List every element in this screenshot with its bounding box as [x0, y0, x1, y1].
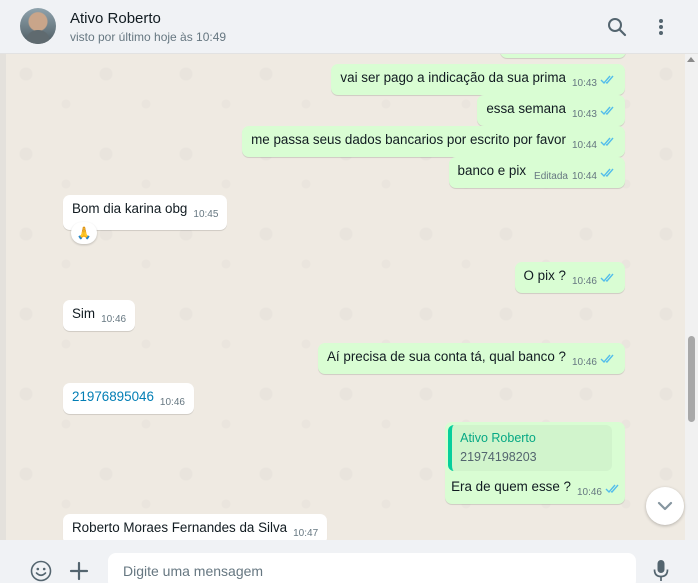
message-bubble-outgoing-reply[interactable]: Ativo Roberto 21974198203 Era de quem es… — [445, 422, 625, 504]
message-time: 10:43 — [571, 109, 597, 120]
message-time: 10:46 — [571, 357, 597, 368]
read-ticks-icon — [600, 135, 616, 150]
quoted-message[interactable]: Ativo Roberto 21974198203 — [448, 425, 613, 471]
quoted-text: 21974198203 — [460, 450, 537, 464]
plus-icon[interactable] — [66, 558, 92, 583]
read-ticks-icon — [605, 482, 621, 497]
read-ticks-icon — [600, 352, 616, 367]
read-ticks-icon — [600, 104, 616, 119]
message-text: Bom dia karina obg — [72, 201, 188, 216]
message-input[interactable] — [108, 553, 636, 583]
message-bubble-outgoing — [500, 54, 626, 58]
scrollbar-thumb[interactable] — [688, 336, 695, 422]
message-text: O pix ? — [523, 268, 566, 283]
mic-icon[interactable] — [648, 558, 674, 583]
message-bubble-outgoing[interactable]: banco e pix Editada 10:44 — [448, 157, 625, 188]
message-time: 10:46 — [159, 397, 185, 408]
message-bubble-outgoing[interactable]: me passa seus dados bancarios por escrit… — [242, 126, 625, 157]
message-text: banco e pix — [457, 163, 527, 178]
message-time: 10:43 — [571, 78, 597, 89]
message-time: 10:46 — [571, 276, 597, 287]
message-time: 10:44 — [571, 171, 597, 182]
composer-bar — [0, 540, 698, 583]
message-text: Roberto Moraes Fernandes da Silva — [72, 520, 288, 535]
message-bubble-incoming[interactable]: Roberto Moraes Fernandes da Silva 10:47 — [63, 514, 328, 540]
scroll-to-bottom-button[interactable] — [646, 487, 684, 525]
contact-name[interactable]: Ativo Roberto — [70, 10, 161, 27]
message-text: Era de quem esse ? — [451, 479, 571, 494]
message-bubble-outgoing[interactable]: vai ser pago a indicação da sua prima 10:… — [331, 64, 625, 95]
message-list[interactable]: vai ser pago a indicação da sua prima 10:… — [6, 54, 685, 540]
message-time: 10:44 — [571, 140, 597, 151]
contact-avatar[interactable] — [20, 8, 56, 44]
message-time: 10:46 — [101, 314, 127, 325]
message-bubble-incoming[interactable]: Sim 10:46 — [63, 300, 136, 331]
message-bubble-outgoing[interactable]: O pix ? 10:46 — [514, 262, 625, 293]
message-text: me passa seus dados bancarios por escrit… — [251, 132, 566, 147]
search-icon[interactable] — [605, 15, 629, 39]
chat-header: Ativo Roberto visto por último hoje às 1… — [0, 0, 698, 54]
reaction-badge[interactable]: 🙏 — [71, 222, 97, 244]
message-bubble-outgoing[interactable]: essa semana 10:43 — [477, 95, 625, 126]
scroll-up-arrow-icon[interactable] — [687, 57, 695, 62]
emoji-icon[interactable] — [28, 558, 54, 583]
message-text: vai ser pago a indicação da sua prima — [340, 70, 566, 85]
chevron-down-icon — [657, 501, 673, 511]
message-time: 10:46 — [576, 487, 602, 498]
read-ticks-icon — [600, 271, 616, 286]
message-bubble-incoming[interactable]: 21976895046 10:46 — [63, 383, 194, 414]
contact-last-seen: visto por último hoje às 10:49 — [70, 30, 227, 44]
message-bubble-outgoing[interactable]: Aí precisa de sua conta tá, qual banco ?… — [318, 343, 625, 374]
phone-number-link[interactable]: 21976895046 — [72, 389, 154, 404]
menu-icon[interactable] — [649, 15, 673, 39]
message-text: Sim — [72, 306, 96, 321]
message-text: Aí precisa de sua conta tá, qual banco ? — [327, 349, 566, 364]
vertical-scrollbar[interactable] — [685, 54, 698, 540]
message-text: essa semana — [486, 101, 566, 116]
edited-label: Editada — [534, 171, 568, 182]
message-time: 10:47 — [293, 528, 319, 539]
read-ticks-icon — [600, 73, 616, 88]
quoted-author: Ativo Roberto — [460, 431, 536, 445]
message-time: 10:45 — [193, 209, 219, 220]
read-ticks-icon — [600, 166, 616, 181]
